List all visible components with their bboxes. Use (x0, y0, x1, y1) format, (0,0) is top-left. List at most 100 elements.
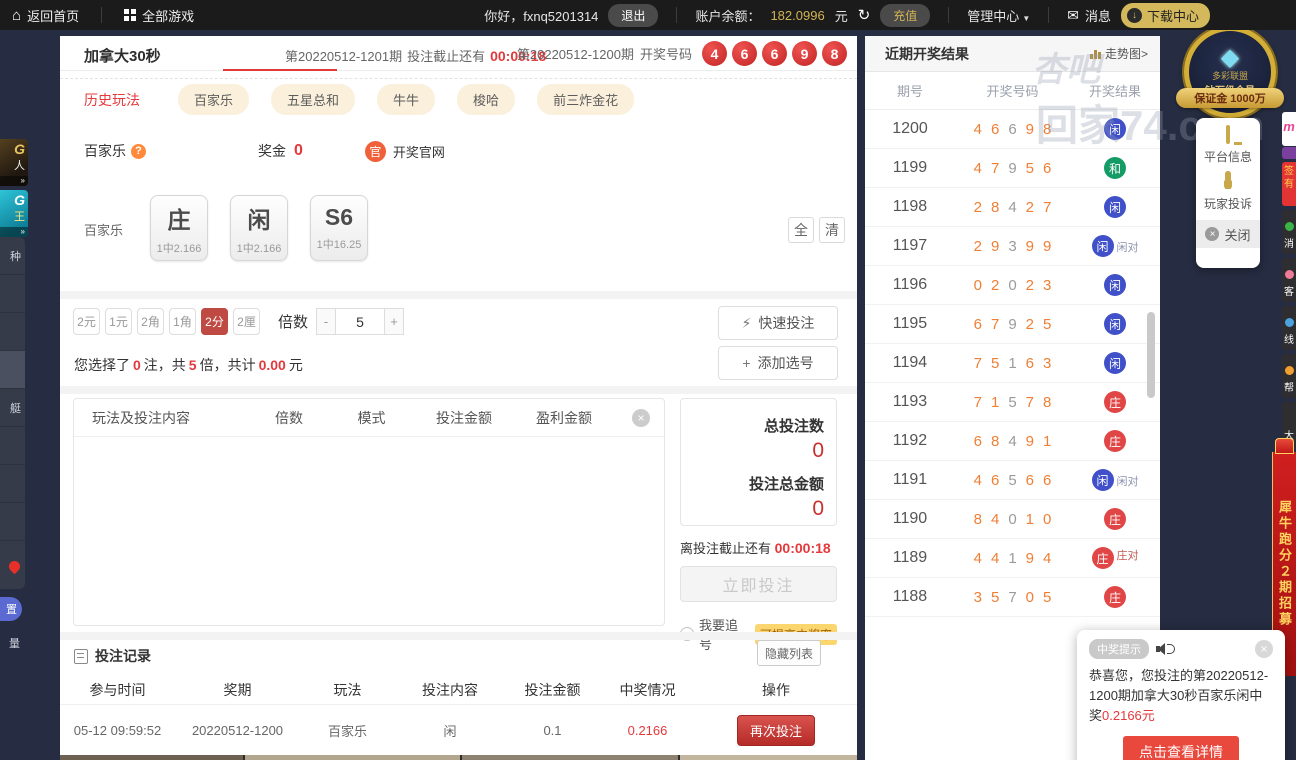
left-menu-item[interactable] (0, 427, 25, 465)
play-tab[interactable]: 牛牛 (377, 84, 436, 115)
result-digit: 4 (1008, 432, 1017, 450)
result-badge: 闲 (1104, 196, 1126, 218)
bet-option-card[interactable]: 闲 1中2.166 (230, 195, 288, 261)
minus-button[interactable]: - (316, 307, 337, 335)
denomination-button[interactable]: 2角 (137, 307, 164, 335)
plus-button[interactable]: + (384, 307, 405, 335)
totals-box: 总投注数 0 投注总金额 0 (680, 398, 837, 526)
play-tab[interactable]: 百家乐 (178, 84, 250, 115)
left-menu-item[interactable] (0, 313, 25, 351)
help-icon[interactable]: ? (131, 143, 146, 159)
bet-again-button[interactable]: 再次投注 (736, 714, 815, 746)
sidebar-game-thumb-1[interactable]: G 人 » (0, 139, 28, 186)
denomination-button[interactable]: 1角 (169, 307, 196, 335)
recharge-button[interactable]: 充值 (880, 3, 931, 27)
edge-purple-tile[interactable] (1282, 147, 1296, 159)
speaker-icon[interactable] (1156, 643, 1175, 655)
play-tab[interactable]: 梭哈 (457, 84, 516, 115)
left-menu-item[interactable] (0, 465, 25, 503)
edge-widget-tile[interactable]: 客 (1282, 258, 1296, 302)
results-column-headers: 期号 开奖号码 开奖结果 (865, 72, 1160, 110)
platform-info-button[interactable]: 平台信息 (1196, 118, 1260, 165)
sidebar-pill-button[interactable]: 置 (0, 597, 22, 621)
denomination-button[interactable]: 2厘 (233, 307, 260, 335)
download-center-button[interactable]: ↓ 下载中心 (1120, 2, 1210, 28)
balance-value: 182.0996 (770, 7, 825, 23)
scrollbar-thumb[interactable] (1147, 312, 1155, 398)
bet-option-card[interactable]: 庄 1中2.166 (150, 195, 208, 261)
play-tab[interactable]: 前三炸金花 (537, 84, 635, 115)
close-icon: × (1205, 227, 1220, 241)
panel-close-button[interactable]: × 关闭 (1196, 220, 1260, 248)
result-period: 1199 (892, 159, 928, 176)
play-name: 百家乐 (84, 143, 126, 159)
bet-option-card[interactable]: S6 1中16.25 (310, 195, 368, 261)
left-menu-item[interactable]: 艇 (0, 389, 25, 427)
game-info-row: 百家乐 ? 奖金 0 官 开奖官网 (84, 133, 445, 169)
records-column-header: 中奖情况 (619, 682, 676, 698)
sidebar-pill-2[interactable]: 量 (0, 632, 25, 654)
result-digit: 3 (973, 588, 982, 606)
edge-widget-tile[interactable]: 线 (1282, 306, 1296, 350)
divider (948, 7, 950, 23)
result-digit: 4 (990, 510, 1000, 528)
result-digit: 7 (973, 354, 982, 372)
all-games-link[interactable]: 全部游戏 (124, 6, 194, 25)
denomination-button[interactable]: 2分 (201, 307, 228, 335)
left-menu-item[interactable] (0, 351, 25, 389)
floating-panel: 平台信息 玩家投诉 × 关闭 (1196, 118, 1260, 268)
result-pair-tag: 闲对 (1116, 242, 1139, 254)
player-complaint-button[interactable]: 玩家投诉 (1196, 165, 1260, 212)
denomination-button[interactable]: 1元 (105, 307, 132, 335)
section-divider (60, 291, 857, 299)
result-digit: 0 (1008, 510, 1017, 528)
admin-center-menu[interactable]: 管理中心 ▼ (967, 6, 1030, 25)
slip-column-header: 倍数 (275, 409, 303, 426)
popup-close-icon[interactable]: × (1255, 640, 1273, 658)
records-column-header: 操作 (762, 682, 790, 698)
history-play-link[interactable]: 历史玩法 (84, 90, 140, 110)
hide-list-button[interactable]: 隐藏列表 (757, 640, 821, 666)
edge-signin-tile[interactable]: 签 有 (1282, 162, 1296, 206)
main-panel: 加拿大30秒 第20220512-1201期 投注截止还有 00:00:18 第… (60, 36, 857, 760)
slip-close-icon[interactable]: × (632, 408, 650, 427)
messages-link[interactable]: ✉ 消息 (1067, 6, 1111, 25)
edge-logo-tile[interactable]: m (1282, 112, 1296, 146)
result-digit: 0 (973, 276, 982, 294)
multiplier-input[interactable]: 5 (336, 307, 385, 335)
trend-chart-link[interactable]: 走势图> (1089, 45, 1148, 62)
left-menu-item[interactable] (0, 503, 25, 541)
result-row: 1191 4 6 5 6 6 闲闲对 (865, 461, 1160, 500)
bet-now-button[interactable]: 立即投注 (680, 566, 837, 602)
play-tab[interactable]: 五星总和 (271, 84, 356, 115)
left-menu-item[interactable] (0, 275, 25, 313)
result-digit: 4 (1008, 198, 1017, 216)
records-column-header: 玩法 (333, 682, 362, 698)
result-digit: 8 (990, 432, 1000, 450)
edge-widget-tile[interactable]: 消 (1282, 210, 1296, 254)
select-all-button[interactable]: 全 (788, 217, 814, 243)
result-digit: 1 (1025, 510, 1035, 528)
quick-bet-button[interactable]: ⚡ 快速投注 (718, 306, 838, 340)
add-selection-button[interactable]: + 添加选号 (718, 346, 838, 380)
record-time: 05-12 09:59:52 (73, 722, 162, 738)
result-digit: 4 (973, 471, 982, 489)
result-period: 1190 (892, 510, 928, 527)
view-details-button[interactable]: 点击查看详情 (1123, 736, 1239, 760)
denomination-button[interactable]: 2元 (73, 307, 100, 335)
home-link[interactable]: ⌂ 返回首页 (12, 6, 79, 25)
result-period: 1188 (892, 588, 928, 605)
sidebar-game-thumb-2[interactable]: G 王 » (0, 190, 28, 237)
result-period: 1195 (892, 315, 928, 332)
logout-button[interactable]: 退出 (608, 3, 659, 27)
result-digit: 2 (1025, 315, 1035, 333)
result-digit: 1 (990, 393, 1000, 411)
record-period: 20220512-1200 (191, 722, 284, 738)
bet-slip-summary: 总投注数 0 投注总金额 0 离投注截止还有 00:00:18 立即投注 我要追… (680, 398, 837, 653)
official-site-link[interactable]: 开奖官网 (393, 142, 445, 161)
edge-widget-tile[interactable]: 帮 (1282, 354, 1296, 398)
clear-button[interactable]: 清 (819, 217, 845, 243)
left-menu-item[interactable]: 种 (0, 237, 25, 275)
result-digit: 5 (1008, 471, 1017, 489)
refresh-icon[interactable]: ↻ (858, 6, 871, 24)
